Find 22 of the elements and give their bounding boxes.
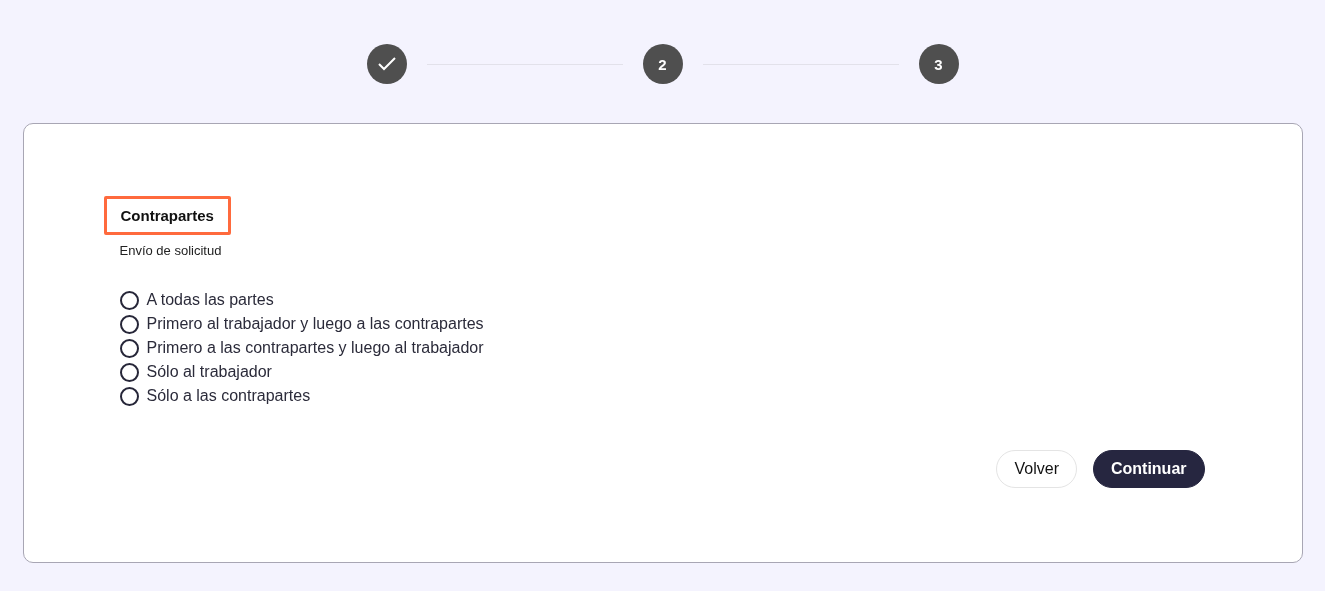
option-label: Primero al trabajador y luego a las contrapartes [146, 315, 484, 333]
option-label: A todas las partes [146, 291, 274, 309]
radio-option[interactable]: Sólo a las contrapartes [119, 386, 1205, 406]
section-title: Contrapartes [103, 196, 231, 235]
radio-option[interactable]: Primero al trabajador y luego a las contrapartes [119, 314, 1205, 334]
radio-button[interactable] [119, 314, 139, 334]
option-label: Primero a las contrapartes y luego al trabajador [146, 339, 484, 357]
back-button[interactable]: Volver [996, 450, 1077, 488]
radio-option[interactable]: A todas las partes [119, 290, 1205, 310]
option-label: Sólo al trabajador [146, 363, 272, 381]
radio-option[interactable]: Sólo al trabajador [119, 362, 1205, 382]
radio-button[interactable] [119, 290, 139, 310]
continue-button[interactable]: Continuar [1092, 450, 1205, 488]
option-label: Sólo a las contrapartes [146, 387, 311, 405]
radio-button[interactable] [119, 386, 139, 406]
step-circle: 3 [918, 44, 959, 84]
radio-button[interactable] [119, 362, 139, 382]
step-circle: 2 [642, 44, 683, 84]
radio-button[interactable] [119, 338, 139, 358]
section-subtitle: Envío de solicitud [119, 243, 223, 258]
radio-option[interactable]: Primero a las contrapartes y luego al trabajador [119, 338, 1205, 358]
check-icon [377, 57, 396, 71]
